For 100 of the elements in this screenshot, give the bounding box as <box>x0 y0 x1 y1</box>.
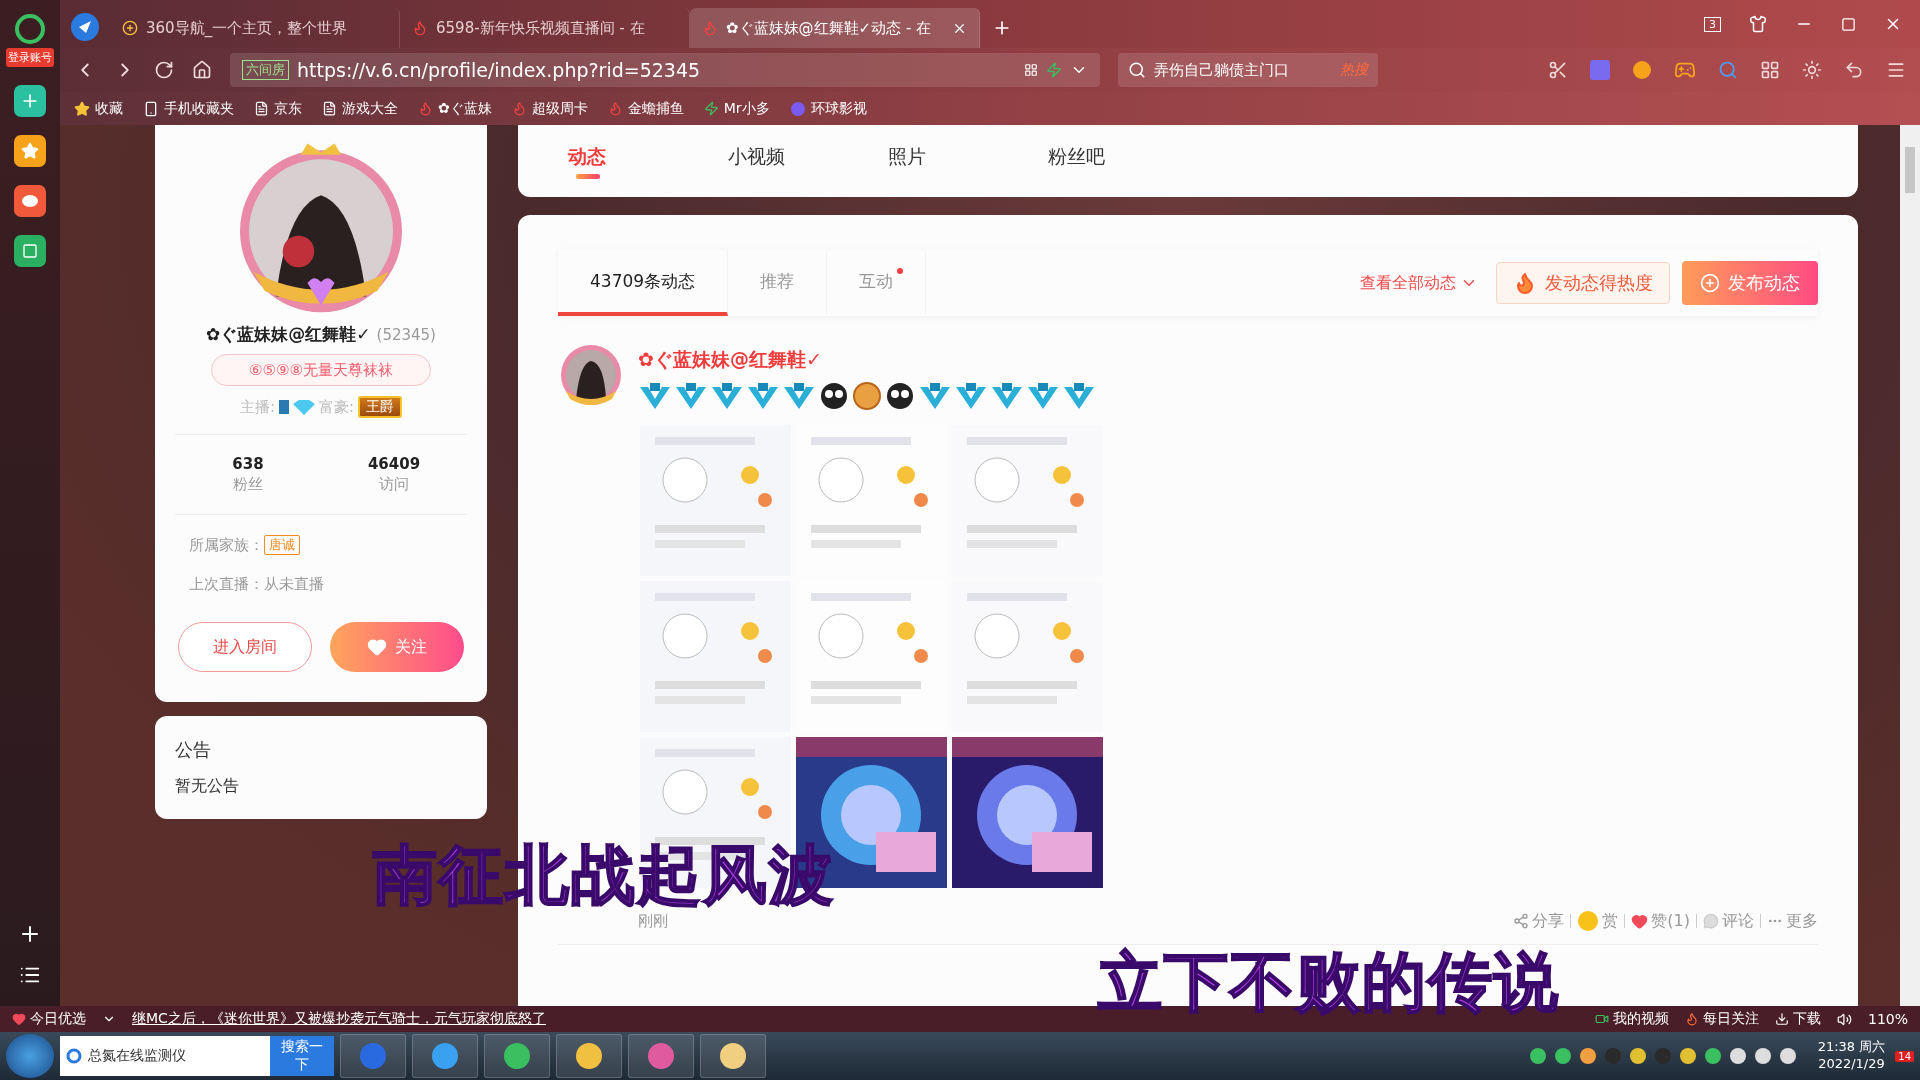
wealth-label: 富豪: <box>319 397 355 417</box>
flame-icon <box>607 101 623 116</box>
taskbar-app-icon[interactable] <box>484 1034 550 1078</box>
search-icon <box>1128 61 1146 79</box>
bookmark[interactable]: 手机收藏夹 <box>143 99 234 118</box>
coin-icon[interactable] <box>1632 60 1652 80</box>
heart-icon <box>12 1012 26 1026</box>
section-tab[interactable]: 动态 <box>568 143 728 179</box>
brightness-icon[interactable] <box>1802 60 1822 80</box>
flame-icon <box>412 20 428 36</box>
download-icon <box>1774 1012 1789 1026</box>
search-button[interactable]: 搜索一下 <box>270 1036 334 1076</box>
flame-icon <box>418 101 433 116</box>
section-tab[interactable]: 粉丝吧 <box>1048 143 1208 179</box>
notice-text: 暂无公告 <box>175 776 240 797</box>
start-button[interactable] <box>6 1034 54 1078</box>
app-icon[interactable] <box>14 85 46 117</box>
level-badge-icon <box>638 381 672 411</box>
today-picks[interactable]: 今日优选 <box>12 1010 86 1028</box>
zoom-level[interactable]: 110% <box>1867 1011 1908 1027</box>
video-icon <box>1594 1012 1609 1026</box>
flame-icon <box>702 20 718 36</box>
sticker-icon <box>884 381 916 411</box>
taskbar-app-icon[interactable] <box>700 1034 766 1078</box>
taskbar-app-icon[interactable] <box>412 1034 478 1078</box>
bookmark[interactable]: 金蟾捕鱼 <box>607 99 684 118</box>
stat-label: 粉丝 <box>233 475 263 494</box>
post-time: 刚刚 <box>638 911 668 931</box>
scissors-icon[interactable] <box>1548 60 1568 80</box>
search-field[interactable]: 弄伤自己躺债主门口 热搜 <box>1118 53 1378 87</box>
reload-icon[interactable] <box>154 60 174 80</box>
bookmark[interactable]: 超级周卡 <box>511 99 588 118</box>
restore-icon[interactable] <box>1841 16 1856 32</box>
browser-logo-icon[interactable] <box>15 14 45 44</box>
clock-date: 2022/1/29 <box>1818 1056 1885 1073</box>
scrollbar-thumb[interactable] <box>1905 147 1915 193</box>
grid-icon[interactable] <box>1760 60 1780 80</box>
menu-icon[interactable] <box>1886 60 1906 80</box>
author-name[interactable]: ✿ぐ蓝妹妹@红舞鞋✓ <box>638 347 1818 373</box>
last-live-text: 上次直播：从未直播 <box>189 575 324 594</box>
bookmark[interactable]: 京东 <box>254 99 302 118</box>
section-tab[interactable]: 小视频 <box>728 143 888 179</box>
stat-label: 访问 <box>379 475 409 494</box>
status-item[interactable]: 我的视频 <box>1594 1010 1669 1028</box>
share-icon <box>1513 913 1530 929</box>
mail-icon[interactable] <box>14 235 46 267</box>
heart-icon <box>1631 912 1649 930</box>
section-tab[interactable]: 照片 <box>888 143 1048 179</box>
browser-tab[interactable]: ✿ぐ蓝妹妹@红舞鞋✓动态 - 在 <box>690 8 980 48</box>
plus-icon <box>1700 273 1720 293</box>
status-item[interactable]: 下载 <box>1774 1010 1821 1028</box>
level-badge-icon <box>746 381 780 411</box>
user-id: (52345) <box>376 326 436 344</box>
enter-room-button[interactable]: 进入房间 <box>178 622 312 672</box>
video-caption: 立下不败的传说 <box>1098 950 1560 1014</box>
volume-icon[interactable] <box>1836 1011 1852 1027</box>
status-item[interactable]: 每日关注 <box>1684 1010 1759 1028</box>
diamond-icon <box>279 398 315 416</box>
feed-tab[interactable]: 43709条动态 <box>558 250 729 316</box>
level-badge-icon <box>710 381 744 411</box>
level-badge-icon <box>782 381 816 411</box>
comment-icon <box>1703 913 1719 929</box>
taskbar-search-field[interactable]: 总氮在线监测仪 <box>60 1036 270 1076</box>
address-field[interactable]: 六间房 https://v.6.cn/profile/index.php?rid=52345 <box>230 53 1100 87</box>
stat-value: 638 <box>232 455 264 473</box>
tab-count[interactable]: 3 <box>1704 16 1721 32</box>
level-badge-icon <box>990 381 1024 411</box>
flame-icon <box>1684 1012 1699 1026</box>
page-icon <box>322 101 337 116</box>
coin-icon <box>852 381 882 411</box>
level-badge-icon <box>1062 381 1096 411</box>
level-badge-icon <box>674 381 708 411</box>
weibo-icon[interactable] <box>14 185 46 217</box>
taskbar-app-icon[interactable] <box>556 1034 622 1078</box>
heart-icon <box>367 637 387 657</box>
news-link[interactable]: 继MC之后，《迷你世界》又被爆抄袭元气骑士，元气玩家彻底怒了 <box>132 1010 546 1028</box>
browser-icon <box>66 1048 82 1064</box>
navigation-icon[interactable] <box>70 12 100 42</box>
clock-time: 21:38 周六 <box>1817 1039 1886 1056</box>
bookmark[interactable]: 环球影视 <box>789 99 867 118</box>
bookmark[interactable]: Mr小多 <box>703 99 770 118</box>
notice-title: 公告 <box>175 738 212 762</box>
login-button[interactable]: 登录账号 <box>6 48 54 67</box>
view-all-link[interactable]: 查看全部动态 <box>1360 272 1478 294</box>
bookmark[interactable]: 收藏 <box>74 99 123 118</box>
user-name: ✿ぐ蓝妹妹@红舞鞋✓ <box>206 323 371 346</box>
rank-badge: 王爵 <box>358 396 403 418</box>
coin-icon <box>1577 910 1600 932</box>
taskbar-app-icon[interactable] <box>628 1034 694 1078</box>
qr-icon[interactable] <box>1024 63 1038 77</box>
bookmark[interactable]: ✿ぐ蓝妹 <box>418 99 492 118</box>
shirt-icon[interactable] <box>1749 15 1767 33</box>
undo-icon[interactable] <box>1844 60 1864 80</box>
notification-count[interactable]: 14 <box>1895 1050 1914 1062</box>
sticker-icon <box>818 381 850 411</box>
star-icon <box>74 100 90 117</box>
flame-icon <box>511 101 527 116</box>
home-icon[interactable] <box>192 60 212 80</box>
plus-icon <box>122 20 138 36</box>
bookmark[interactable]: 游戏大全 <box>322 99 398 118</box>
